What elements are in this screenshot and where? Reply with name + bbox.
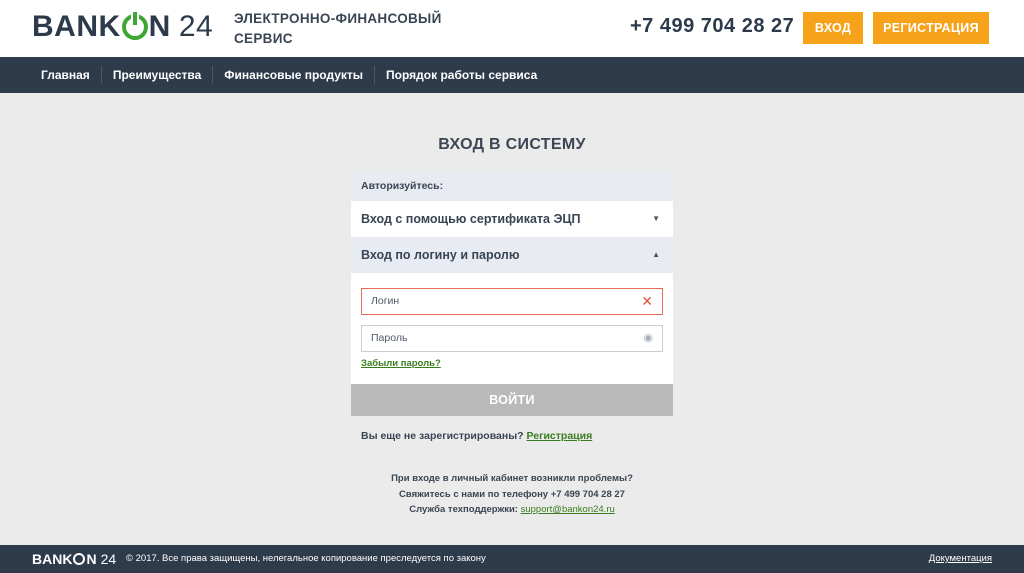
not-registered-text: Вы еще не зарегистрированы? xyxy=(361,430,524,442)
logo-text-letter: N xyxy=(148,10,171,43)
accordion-cert-label: Вход с помощью сертификата ЭЦП xyxy=(361,212,581,226)
help-info: При входе в личный кабинет возникли проб… xyxy=(0,471,1024,518)
site-footer: BANK N 24 © 2017. Все права защищены, неле… xyxy=(0,545,1024,573)
caret-down-icon: ▼ xyxy=(652,214,660,223)
help-line-support: Служба техподдержки: support@bankon24.ru xyxy=(0,502,1024,518)
footer-logo[interactable]: BANK N 24 xyxy=(32,551,116,567)
accordion-cert-login[interactable]: Вход с помощью сертификата ЭЦП ▼ xyxy=(351,201,673,237)
accordion-password-label: Вход по логину и паролю xyxy=(361,248,520,262)
password-field[interactable]: Пароль ◉ xyxy=(361,325,663,352)
auth-label: Авторизуйтесь: xyxy=(351,171,673,201)
help-line-problem: При входе в личный кабинет возникли проб… xyxy=(391,473,633,484)
login-panel: Авторизуйтесь: Вход с помощью сертификат… xyxy=(351,171,673,416)
login-placeholder: Логин xyxy=(371,295,400,307)
nav-item-procedure[interactable]: Порядок работы сервиса xyxy=(374,66,548,84)
docs-link[interactable]: Документация xyxy=(929,553,992,564)
copyright-text: © 2017. Все права защищены, нелегальное … xyxy=(126,553,486,564)
eye-icon[interactable]: ◉ xyxy=(643,326,653,351)
page-title: ВХОД В СИСТЕМУ xyxy=(438,136,586,153)
password-placeholder: Пароль xyxy=(371,332,408,344)
nav-item-products[interactable]: Финансовые продукты xyxy=(212,66,374,84)
footer-logo-letter: N xyxy=(86,551,97,567)
header-phone[interactable]: +7 499 704 28 27 xyxy=(630,15,794,38)
caret-up-icon: ▲ xyxy=(652,250,660,259)
header-login-button[interactable]: ВХОД xyxy=(803,12,863,44)
tagline: ЭЛЕКТРОННО-ФИНАНСОВЫЙ СЕРВИС xyxy=(234,11,442,46)
footer-logo-prefix: BANK xyxy=(32,551,73,567)
submit-login-button[interactable]: ВОЙТИ xyxy=(351,384,673,416)
forgot-password-link[interactable]: Забыли пароль? xyxy=(361,358,441,369)
register-link[interactable]: Регистрация xyxy=(527,430,593,442)
brand-logo[interactable]: BANK N 24 xyxy=(32,10,214,43)
login-field[interactable]: Логин ✕ xyxy=(361,288,663,315)
accordion-password-login[interactable]: Вход по логину и паролю ▲ xyxy=(351,237,673,273)
register-prompt: Вы еще не зарегистрированы? Регистрация xyxy=(361,430,592,442)
site-header: BANK N 24 ЭЛЕКТРОННО-ФИНАНСОВЫЙ СЕРВИС +7 … xyxy=(0,0,1024,57)
nav-item-home[interactable]: Главная xyxy=(30,66,101,84)
login-form: Логин ✕ Пароль ◉ Забыли пароль? xyxy=(351,273,673,384)
support-label: Служба техподдержки: xyxy=(409,504,518,515)
help-line-phone: Свяжитесь с нами по телефону +7 499 704 … xyxy=(399,488,625,500)
main-nav: Главная Преимущества Финансовые продукты… xyxy=(0,57,1024,93)
footer-power-icon xyxy=(73,553,86,565)
logo-number: 24 xyxy=(178,10,214,43)
header-register-button[interactable]: РЕГИСТРАЦИЯ xyxy=(873,12,989,44)
nav-item-advantages[interactable]: Преимущества xyxy=(100,66,212,84)
logo-text-prefix: BANK xyxy=(32,10,121,43)
clear-icon[interactable]: ✕ xyxy=(641,289,653,314)
support-email-link[interactable]: support@bankon24.ru xyxy=(521,504,615,515)
power-icon xyxy=(121,14,148,40)
footer-logo-number: 24 xyxy=(100,551,117,567)
